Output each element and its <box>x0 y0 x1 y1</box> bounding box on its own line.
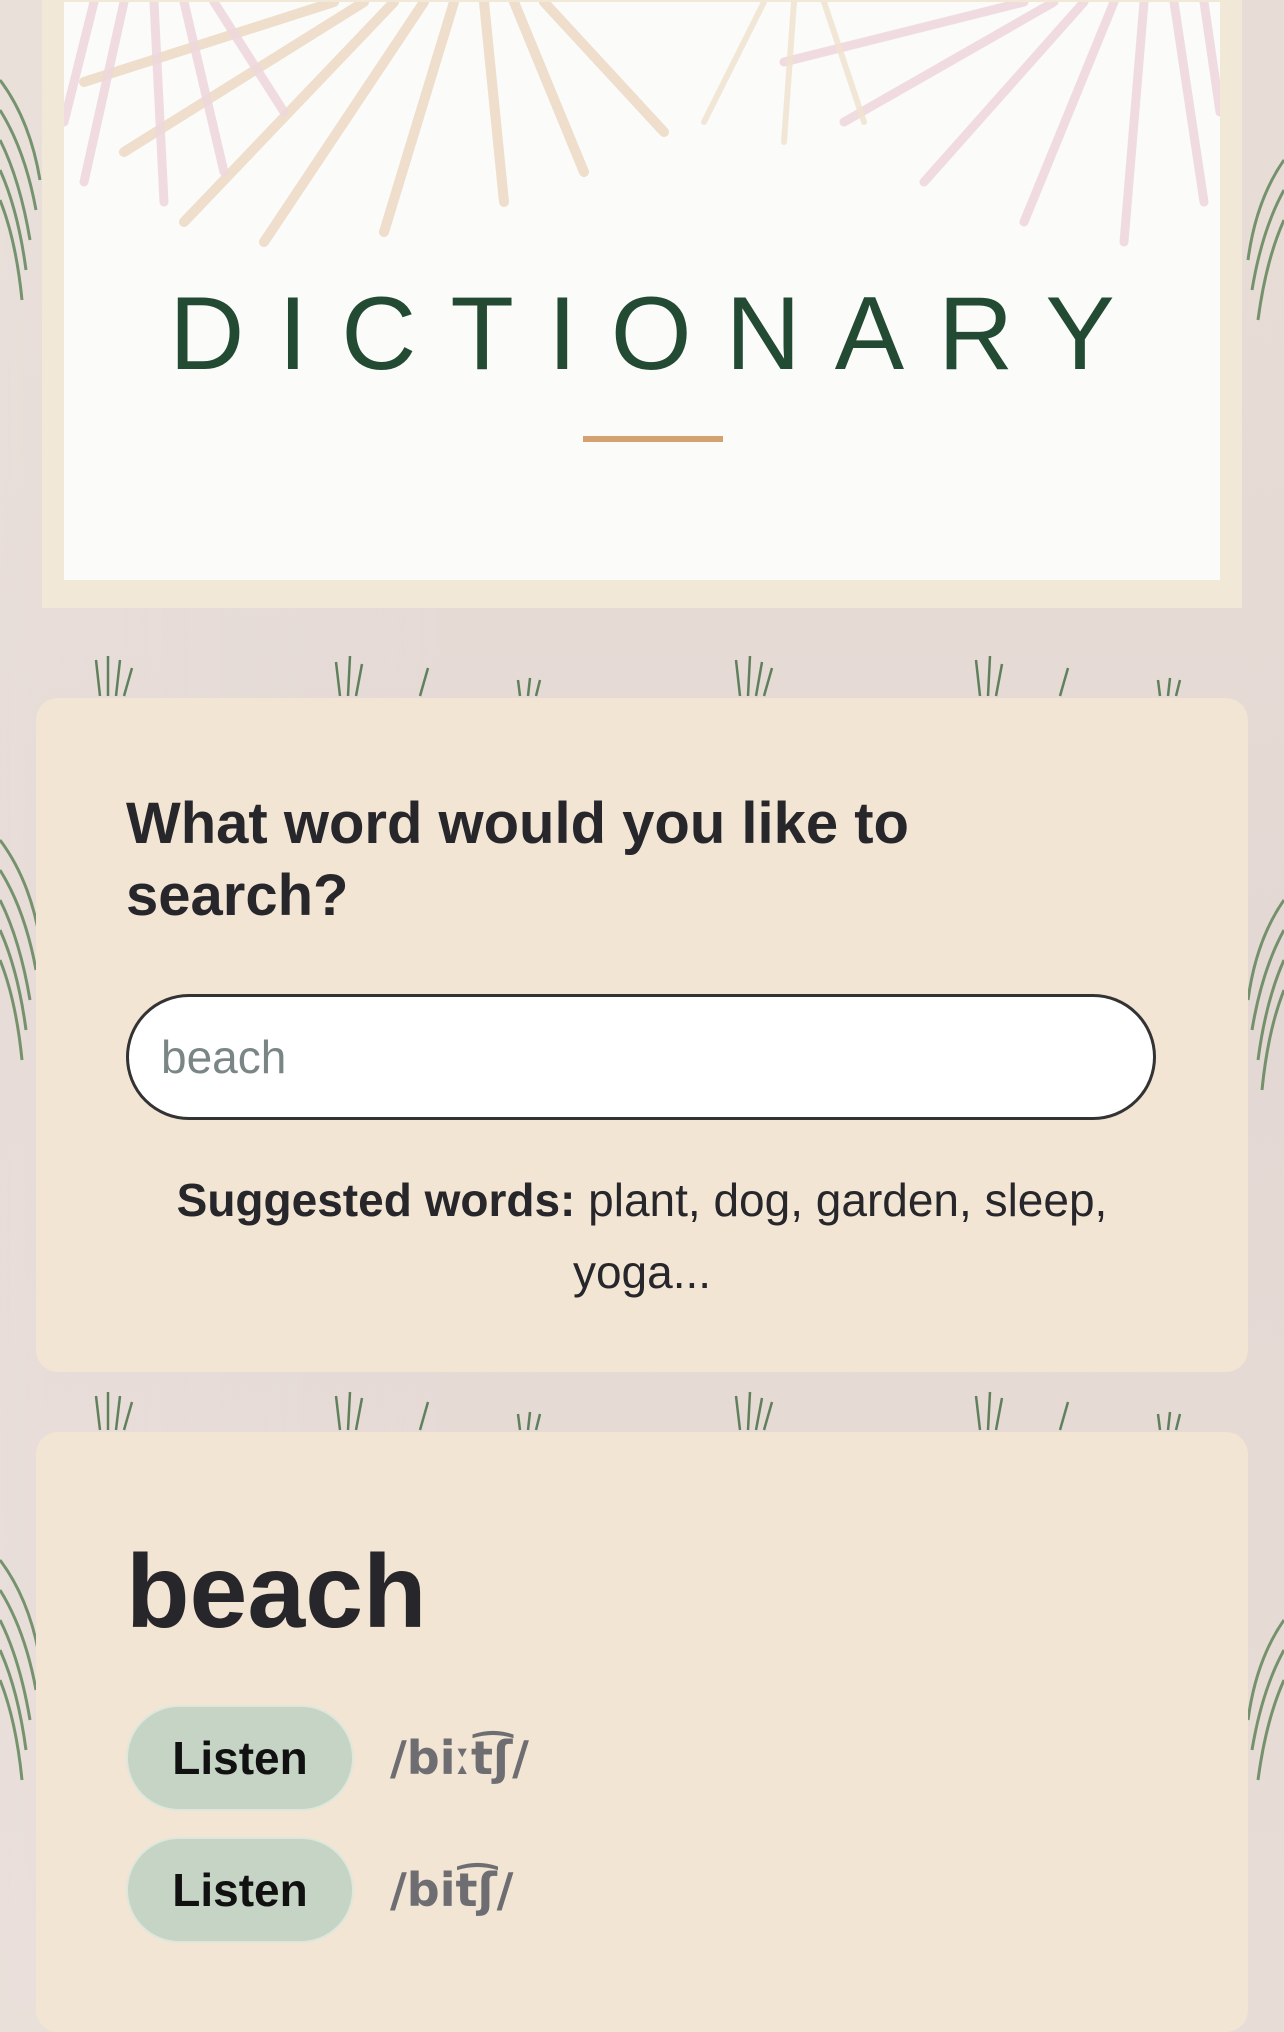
phonetic-text: /bit͡ʃ/ <box>390 1863 514 1917</box>
search-question-heading: What word would you like to search? <box>126 791 909 928</box>
search-input[interactable] <box>126 994 1156 1120</box>
header-banner: DICTIONARY <box>42 0 1242 608</box>
phonetic-row: Listen /biːt͡ʃ/ <box>126 1704 1158 1812</box>
result-card: beach Listen /biːt͡ʃ/ Listen /bit͡ʃ/ <box>36 1432 1248 2032</box>
suggested-words-list: plant, dog, garden, sleep, yoga... <box>572 1174 1108 1298</box>
listen-button[interactable]: Listen <box>126 1837 354 1943</box>
listen-button[interactable]: Listen <box>126 1705 354 1811</box>
suggested-words: Suggested words: plant, dog, garden, sle… <box>126 1164 1158 1308</box>
title-underline-divider <box>583 436 723 442</box>
result-word: beach <box>126 1534 427 1650</box>
phonetic-row: Listen /bit͡ʃ/ <box>126 1836 1158 1944</box>
search-card: What word would you like to search? Sugg… <box>36 698 1248 1372</box>
header-inner-panel: DICTIONARY <box>64 2 1220 580</box>
suggested-words-label: Suggested words: <box>176 1174 576 1226</box>
page-title: DICTIONARY <box>169 276 1149 392</box>
phonetic-text: /biːt͡ʃ/ <box>390 1731 529 1785</box>
